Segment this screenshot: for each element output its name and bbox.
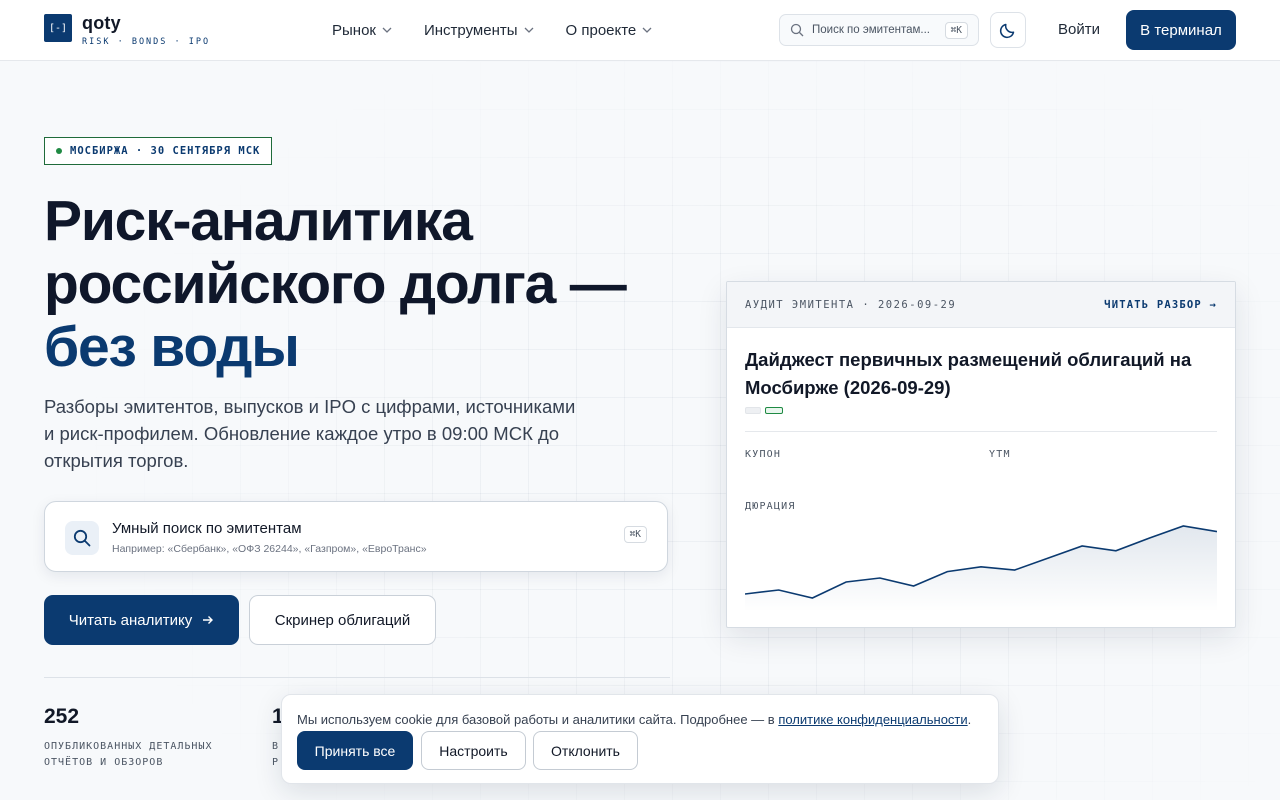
card-tags	[745, 407, 787, 414]
hero-title-line2: российского долга —	[44, 252, 627, 316]
cookie-banner: Мы используем cookie для базовой работы …	[281, 694, 999, 784]
read-analytics-button[interactable]: Читать аналитику	[44, 595, 239, 645]
stats-divider	[44, 677, 670, 678]
bond-screener-button[interactable]: Скринер облигаций	[249, 595, 436, 645]
theme-toggle-button[interactable]	[990, 12, 1026, 48]
stat-label-line: ОТЧЁТОВ И ОБЗОРОВ	[44, 757, 164, 768]
metric-ytm-label: YTM	[989, 449, 1011, 460]
stat-label: ОПУБЛИКОВАННЫХ ДЕТАЛЬНЫХ ОТЧЁТОВ И ОБЗОР…	[44, 739, 213, 771]
issuer-audit-card: АУДИТ ЭМИТЕНТА · 2026-09-29 ЧИТАТЬ РАЗБО…	[726, 281, 1236, 628]
market-date-badge: МОСБИРЖА · 30 СЕНТЯБРЯ МСК	[44, 137, 273, 165]
stat-value: 252	[44, 705, 80, 728]
site-header: [-] qoty RISK · BONDS · IPO Рынок Инстру…	[0, 0, 1280, 61]
header-search-input[interactable]: Поиск по эмитентам... ⌘K	[779, 14, 979, 46]
decline-button[interactable]: Отклонить	[533, 731, 638, 770]
nav-item-label: Инструменты	[423, 21, 518, 39]
accept-all-button[interactable]: Принять все	[297, 731, 413, 770]
login-link[interactable]: Войти	[1058, 21, 1100, 38]
hero-title: Риск-аналитика российского долга — без в…	[44, 190, 704, 379]
card-header: АУДИТ ЭМИТЕНТА · 2026-09-29 ЧИТАТЬ РАЗБО…	[727, 282, 1235, 328]
card-title[interactable]: Дайджест первичных размещений облигаций …	[745, 346, 1215, 402]
nav-item-about[interactable]: О проекте	[566, 22, 653, 39]
smart-search-hint: Например: «Сбербанк», «ОФЗ 26244», «Газп…	[112, 543, 427, 555]
brand-tagline: RISK · BONDS · IPO	[82, 37, 211, 47]
brand-name: qoty	[82, 13, 121, 33]
smart-search-input[interactable]: Умный поиск по эмитентам Например: «Сбер…	[44, 501, 668, 572]
chevron-down-icon	[524, 27, 533, 33]
smart-search-icon-box	[65, 521, 99, 555]
metric-duration-label: ДЮРАЦИЯ	[745, 501, 796, 512]
tag-chip	[745, 407, 761, 414]
chevron-down-icon	[382, 27, 392, 33]
privacy-policy-link[interactable]: политике конфиденциальности	[778, 712, 967, 727]
cookie-message: Мы используем cookie для базовой работы …	[297, 712, 779, 727]
read-analytics-label: Читать аналитику	[68, 611, 193, 629]
cookie-text: Мы используем cookie для базовой работы …	[297, 712, 971, 727]
arrow-right-icon	[203, 616, 214, 624]
card-divider	[745, 431, 1217, 432]
chevron-down-icon	[642, 27, 652, 33]
search-icon	[73, 529, 91, 547]
nav-item-label: О проекте	[565, 21, 637, 39]
smart-search-title: Умный поиск по эмитентам	[112, 520, 302, 537]
hero-subtitle: Разборы эмитентов, выпусков и IPO с цифр…	[44, 396, 576, 471]
moon-icon	[999, 23, 1015, 39]
badge-label: МОСБИРЖА · 30 СЕНТЯБРЯ МСК	[70, 145, 261, 157]
tag-chip	[765, 407, 783, 414]
nav-item-label: Рынок	[332, 21, 376, 39]
stat-label-line: ОПУБЛИКОВАННЫХ ДЕТАЛЬНЫХ	[44, 741, 213, 752]
logo-mark-icon: [-]	[44, 14, 72, 42]
hero-title-line1: Риск-аналитика	[44, 189, 473, 253]
stat-reports: 252 ОПУБЛИКОВАННЫХ ДЕТАЛЬНЫХ ОТЧЁТОВ И О…	[44, 705, 213, 771]
nav-item-tools[interactable]: Инструменты	[424, 22, 534, 39]
card-kicker: АУДИТ ЭМИТЕНТА · 2026-09-29	[745, 298, 957, 311]
cookie-suffix: .	[967, 712, 972, 727]
nav-item-market[interactable]: Рынок	[332, 22, 392, 39]
sparkline-chart	[745, 525, 1217, 612]
configure-button[interactable]: Настроить	[421, 731, 526, 770]
search-shortcut: ⌘K	[944, 21, 968, 39]
metric-coupon-label: КУПОН	[745, 449, 782, 460]
terminal-button[interactable]: В терминал	[1126, 10, 1236, 50]
read-review-link[interactable]: ЧИТАТЬ РАЗБОР →	[1104, 299, 1217, 311]
search-placeholder: Поиск по эмитентам...	[812, 24, 930, 36]
main-nav: Рынок Инструменты О проекте	[332, 0, 684, 60]
search-icon	[790, 23, 804, 37]
hero-title-accent: без воды	[44, 315, 300, 379]
logo[interactable]: [-] qoty RISK · BONDS · IPO	[44, 14, 210, 47]
logo-text: qoty RISK · BONDS · IPO	[82, 14, 210, 47]
smart-search-shortcut: ⌘K	[623, 526, 647, 543]
live-dot-icon	[56, 148, 62, 154]
